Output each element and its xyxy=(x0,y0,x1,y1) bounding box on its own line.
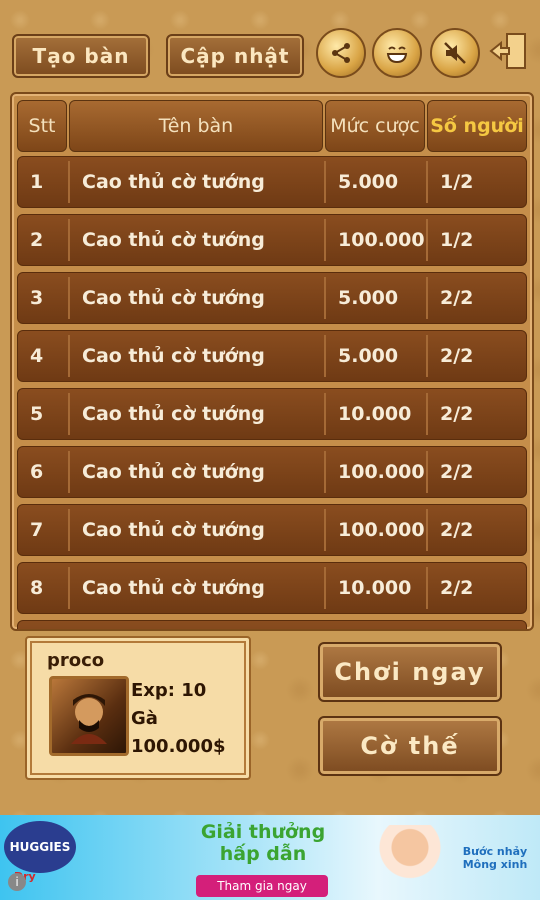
row-players: 2/2 xyxy=(440,403,474,425)
ad-image xyxy=(370,825,450,900)
row-players: 2/2 xyxy=(440,577,474,599)
header-stt: Stt xyxy=(17,100,67,152)
player-rank: Gà xyxy=(131,708,158,729)
table-list-panel: Stt Tên bàn Mức cược Số người 1 Cao thủ … xyxy=(10,92,534,631)
table-row[interactable]: 6 Cao thủ cờ tướng 100.000 2/2 xyxy=(17,446,527,498)
create-table-button[interactable]: Tạo bàn xyxy=(12,34,150,78)
table-row[interactable]: 7 Cao thủ cờ tướng 100.000 2/2 xyxy=(17,504,527,556)
header-bet: Mức cược xyxy=(325,100,425,152)
table-row[interactable]: 2 Cao thủ cờ tướng 100.000 1/2 xyxy=(17,214,527,266)
player-name: proco xyxy=(47,650,105,671)
row-table-name: Cao thủ cờ tướng xyxy=(82,345,265,367)
row-table-name: Cao thủ cờ tướng xyxy=(82,229,265,251)
refresh-button[interactable]: Cập nhật xyxy=(166,34,304,78)
row-bet: 100.000 xyxy=(338,461,425,483)
table-row[interactable]: 3 Cao thủ cờ tướng 5.000 2/2 xyxy=(17,272,527,324)
info-icon[interactable]: i xyxy=(8,873,26,891)
puzzle-mode-button[interactable]: Cờ thế xyxy=(318,716,502,776)
table-row[interactable]: 8 Cao thủ cờ tướng 10.000 2/2 xyxy=(17,562,527,614)
row-bet: 5.000 xyxy=(338,345,399,367)
row-table-name: Cao thủ cờ tướng xyxy=(82,577,265,599)
row-players: 2/2 xyxy=(440,519,474,541)
row-players: 1/2 xyxy=(440,171,474,193)
player-card: proco Exp: 10 Gà 100.000$ xyxy=(25,636,251,780)
share-icon[interactable] xyxy=(316,28,366,78)
row-bet: 100.000 xyxy=(338,229,425,251)
row-table-name: Cao thủ cờ tướng xyxy=(82,171,265,193)
brand-logo: HUGGIES xyxy=(4,821,76,873)
exit-door-icon[interactable] xyxy=(487,28,531,74)
row-stt: 1 xyxy=(30,171,44,193)
table-row-partial[interactable] xyxy=(17,620,527,629)
row-bet: 10.000 xyxy=(338,577,412,599)
row-bet: 5.000 xyxy=(338,287,399,309)
row-stt: 8 xyxy=(30,577,44,599)
avatar xyxy=(49,676,129,756)
row-players: 2/2 xyxy=(440,345,474,367)
ad-promo-text: Bước nhảy Mông xinh xyxy=(462,845,528,871)
row-table-name: Cao thủ cờ tướng xyxy=(82,519,265,541)
row-bet: 5.000 xyxy=(338,171,399,193)
player-exp: Exp: 10 xyxy=(131,680,207,701)
row-stt: 2 xyxy=(30,229,44,251)
table-header: Stt Tên bàn Mức cược Số người xyxy=(17,100,527,152)
row-table-name: Cao thủ cờ tướng xyxy=(82,461,265,483)
row-players: 2/2 xyxy=(440,287,474,309)
toolbar: Tạo bàn Cập nhật xyxy=(0,0,540,90)
row-stt: 4 xyxy=(30,345,44,367)
player-money: 100.000$ xyxy=(131,736,226,757)
sound-muted-icon[interactable] xyxy=(430,28,480,78)
play-now-button[interactable]: Chơi ngay xyxy=(318,642,502,702)
table-row[interactable]: 5 Cao thủ cờ tướng 10.000 2/2 xyxy=(17,388,527,440)
ad-cta-button[interactable]: Tham gia ngay xyxy=(196,875,328,897)
row-table-name: Cao thủ cờ tướng xyxy=(82,287,265,309)
row-stt: 5 xyxy=(30,403,44,425)
table-row[interactable]: 4 Cao thủ cờ tướng 5.000 2/2 xyxy=(17,330,527,382)
table-rows: 1 Cao thủ cờ tướng 5.000 1/2 2 Cao thủ c… xyxy=(17,156,527,629)
row-stt: 7 xyxy=(30,519,44,541)
row-stt: 3 xyxy=(30,287,44,309)
ad-headline: Giải thưởng hấp dẫn xyxy=(200,821,326,865)
row-players: 2/2 xyxy=(440,461,474,483)
smile-icon[interactable] xyxy=(372,28,422,78)
table-row[interactable]: 1 Cao thủ cờ tướng 5.000 1/2 xyxy=(17,156,527,208)
row-bet: 10.000 xyxy=(338,403,412,425)
header-players: Số người xyxy=(427,100,527,152)
header-table-name: Tên bàn xyxy=(69,100,323,152)
row-bet: 100.000 xyxy=(338,519,425,541)
row-players: 1/2 xyxy=(440,229,474,251)
row-stt: 6 xyxy=(30,461,44,483)
row-table-name: Cao thủ cờ tướng xyxy=(82,403,265,425)
ad-banner[interactable]: HUGGIES Dry Giải thưởng hấp dẫn Tham gia… xyxy=(0,815,540,900)
